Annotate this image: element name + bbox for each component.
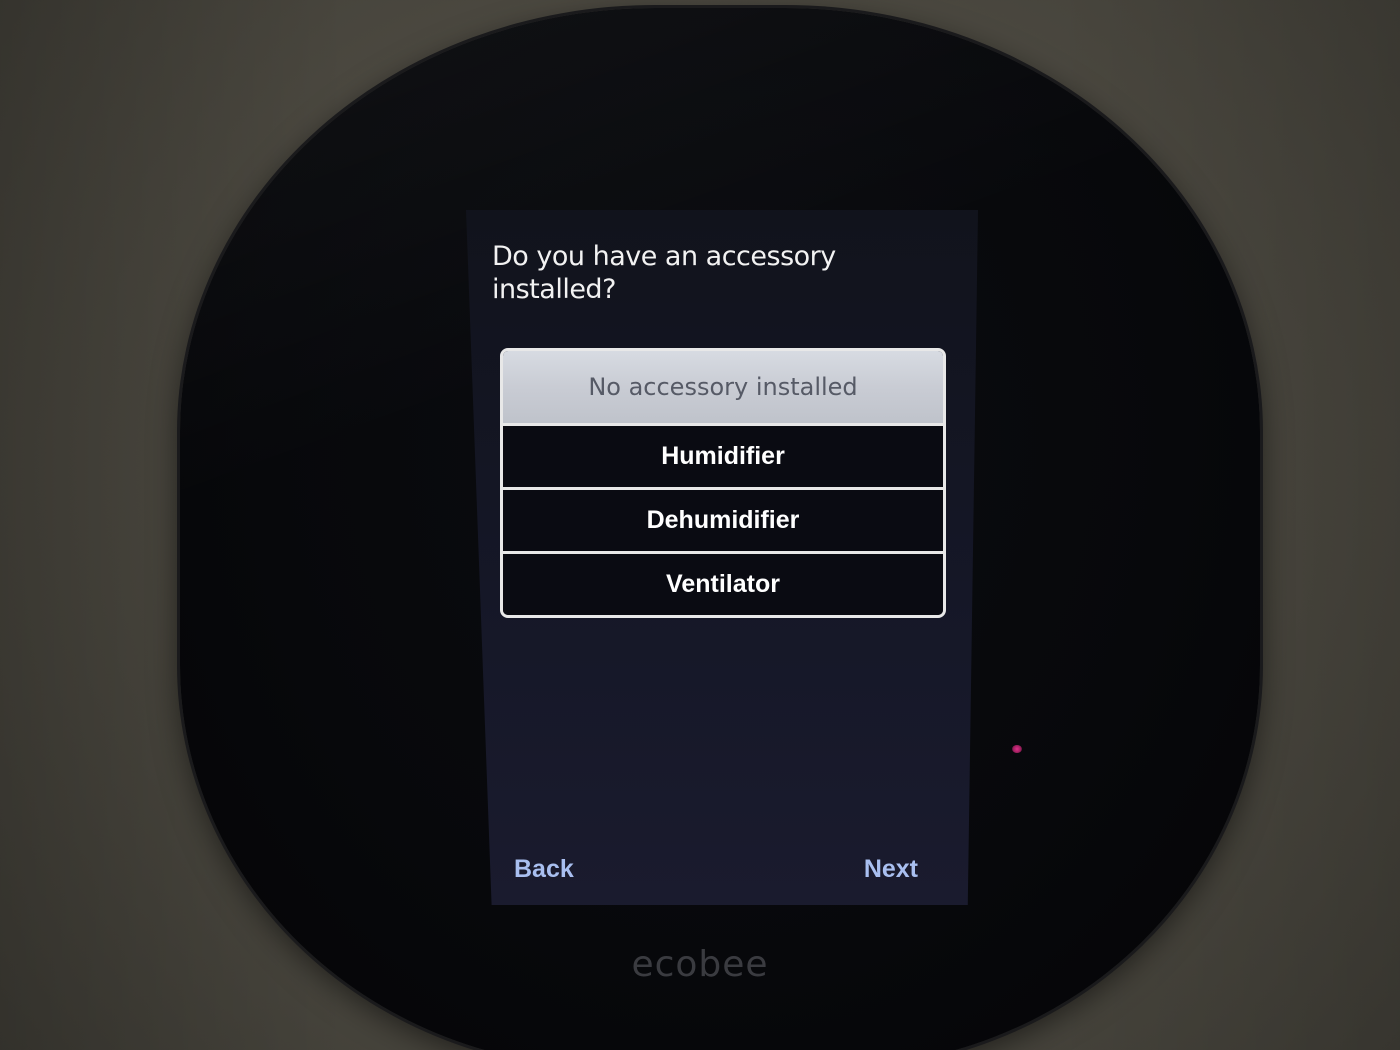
option-humidifier[interactable]: Humidifier xyxy=(503,423,943,487)
indicator-light xyxy=(1012,745,1022,753)
option-no-accessory[interactable]: No accessory installed xyxy=(503,351,943,423)
option-dehumidifier[interactable]: Dehumidifier xyxy=(503,487,943,551)
option-ventilator[interactable]: Ventilator xyxy=(503,551,943,615)
thermostat-screen: Do you have an accessory installed? No a… xyxy=(466,210,978,905)
accessory-options-list: No accessory installed Humidifier Dehumi… xyxy=(500,348,946,618)
back-button[interactable]: Back xyxy=(514,855,574,884)
next-button[interactable]: Next xyxy=(864,855,918,884)
brand-logo: ecobee xyxy=(631,944,769,985)
question-heading: Do you have an accessory installed? xyxy=(492,241,836,305)
